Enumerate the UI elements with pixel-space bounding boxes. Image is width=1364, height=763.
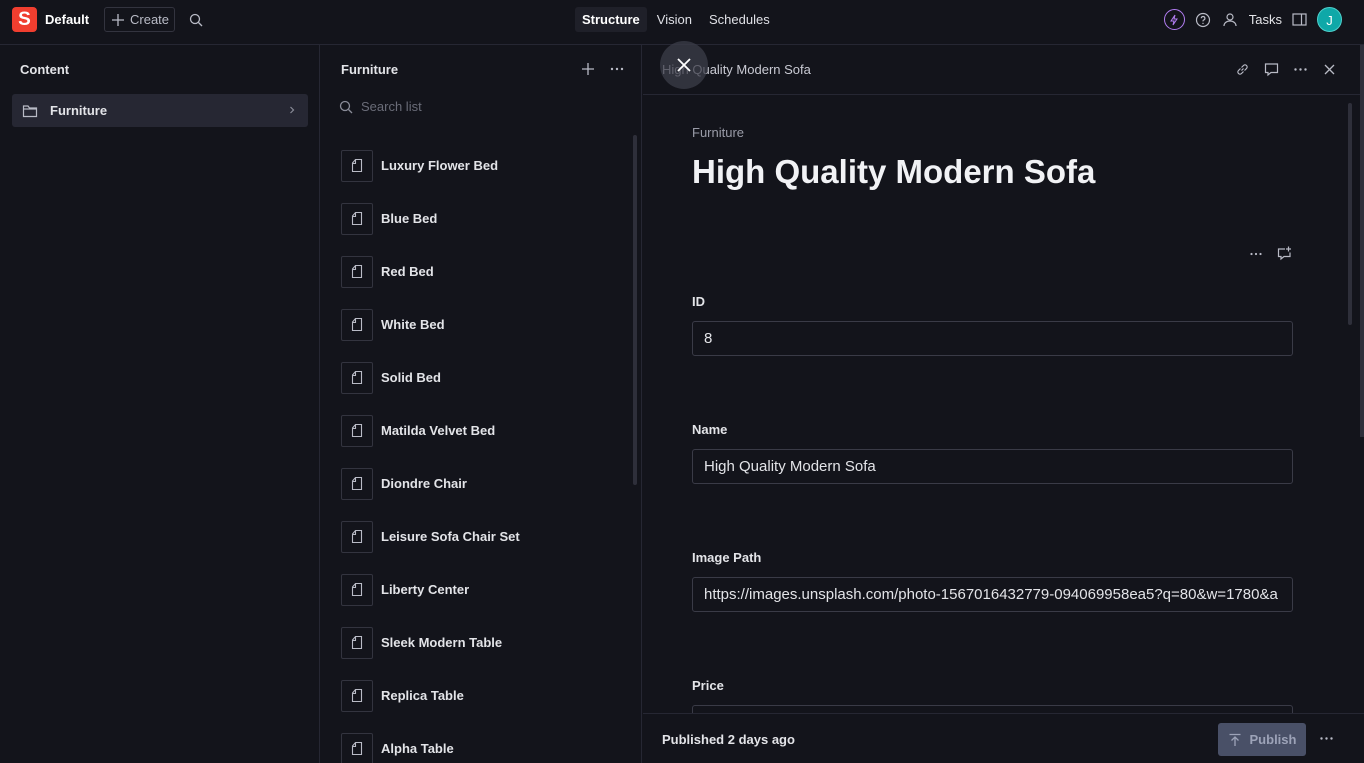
document-editor-pane: High Quality Modern Sofa Furniture High … <box>643 41 1364 763</box>
document-icon <box>341 149 373 182</box>
document-icon <box>341 361 373 394</box>
document-icon <box>341 255 373 288</box>
list-item-label: Sleek Modern Table <box>381 635 503 650</box>
link-icon[interactable] <box>1235 62 1250 77</box>
image-path-field-label: Image Path <box>692 550 762 565</box>
content-pane-title: Content <box>20 62 70 77</box>
tool-tabs: Structure Vision Schedules <box>575 7 777 32</box>
id-field-label: ID <box>692 294 705 309</box>
page-scrollbar[interactable] <box>1360 45 1364 437</box>
top-right-actions: Tasks J <box>1163 7 1342 32</box>
list-item[interactable]: Solid Bed <box>341 351 631 404</box>
comment-icon[interactable] <box>1264 62 1279 77</box>
sidebar-item-label: Furniture <box>50 103 108 118</box>
field-actions <box>1249 246 1292 261</box>
document-header: High Quality Modern Sofa <box>643 41 1364 95</box>
list-item-label: Blue Bed <box>381 211 438 226</box>
document-icon <box>341 308 373 341</box>
publish-label: Publish <box>1249 732 1297 747</box>
list-item[interactable]: Red Bed <box>341 245 631 298</box>
document-icon <box>341 414 373 447</box>
publish-status: Published 2 days ago <box>662 732 795 747</box>
name-field-label: Name <box>692 422 728 437</box>
list-item[interactable]: Sleek Modern Table <box>341 616 631 669</box>
workspace-name[interactable]: Default <box>45 12 89 27</box>
document-icon <box>341 626 373 659</box>
document-title: High Quality Modern Sofa <box>692 153 1096 190</box>
id-field[interactable]: 8 <box>692 321 1293 356</box>
document-icon <box>341 202 373 235</box>
document-list: Luxury Flower Bed Blue Bed Red Bed White… <box>341 139 631 763</box>
tab-structure[interactable]: Structure <box>575 7 647 32</box>
document-icon <box>341 679 373 712</box>
list-item-label: Solid Bed <box>381 370 441 385</box>
list-scrollbar[interactable] <box>633 135 637 485</box>
close-pane-button[interactable] <box>660 41 708 89</box>
more-options-icon[interactable] <box>609 62 625 76</box>
search-icon <box>339 100 353 114</box>
users-icon[interactable] <box>1221 12 1239 28</box>
panel-toggle-icon[interactable] <box>1292 13 1307 26</box>
plus-icon <box>111 13 125 27</box>
close-icon <box>677 58 691 72</box>
chevron-right-icon <box>288 105 296 115</box>
price-field-label: Price <box>692 678 724 693</box>
document-scrollbar[interactable] <box>1348 103 1352 325</box>
create-button[interactable]: Create <box>104 7 175 32</box>
more-options-icon[interactable] <box>1293 62 1308 77</box>
list-actions <box>581 62 625 76</box>
list-item-label: Replica Table <box>381 688 464 703</box>
user-avatar[interactable]: J <box>1317 7 1342 32</box>
list-item-label: Luxury Flower Bed <box>381 158 499 173</box>
more-options-icon[interactable] <box>1319 731 1334 746</box>
close-icon[interactable] <box>1322 62 1337 77</box>
add-comment-icon[interactable] <box>1277 246 1292 261</box>
list-item[interactable]: Leisure Sofa Chair Set <box>341 510 631 563</box>
document-icon <box>341 573 373 606</box>
list-item-label: Leisure Sofa Chair Set <box>381 529 520 544</box>
bolt-icon[interactable] <box>1163 9 1185 30</box>
document-icon <box>341 520 373 553</box>
search-placeholder: Search list <box>361 99 422 114</box>
document-header-actions <box>1235 62 1337 77</box>
document-icon <box>341 732 373 763</box>
add-document-icon[interactable] <box>581 62 595 76</box>
list-item[interactable]: Alpha Table <box>341 722 631 763</box>
tab-vision[interactable]: Vision <box>650 7 699 32</box>
list-item[interactable]: Replica Table <box>341 669 631 722</box>
list-item[interactable]: Luxury Flower Bed <box>341 139 631 192</box>
image-path-field[interactable]: https://images.unsplash.com/photo-156701… <box>692 577 1293 612</box>
document-footer: Published 2 days ago Publish <box>643 713 1364 763</box>
document-list-pane: Furniture Search list Luxury Flower Bed … <box>321 45 642 763</box>
list-item[interactable]: White Bed <box>341 298 631 351</box>
tab-schedules[interactable]: Schedules <box>702 7 777 32</box>
top-navigation-bar: S Default Create Structure Vision Schedu… <box>0 0 1364 45</box>
list-item-label: White Bed <box>381 317 445 332</box>
search-icon[interactable] <box>189 13 203 27</box>
publish-button[interactable]: Publish <box>1218 723 1306 756</box>
list-item-label: Liberty Center <box>381 582 470 597</box>
name-field[interactable]: High Quality Modern Sofa <box>692 449 1293 484</box>
list-item[interactable]: Diondre Chair <box>341 457 631 510</box>
more-options-icon[interactable] <box>1249 247 1263 261</box>
studio-logo[interactable]: S <box>12 7 37 32</box>
list-item-label: Diondre Chair <box>381 476 467 491</box>
folder-icon <box>22 104 38 118</box>
content-pane: Content Furniture <box>0 45 320 763</box>
document-icon <box>341 467 373 500</box>
list-pane-title: Furniture <box>341 62 399 77</box>
publish-icon <box>1228 733 1242 747</box>
list-item[interactable]: Blue Bed <box>341 192 631 245</box>
tasks-button[interactable]: Tasks <box>1249 12 1282 27</box>
create-label: Create <box>130 12 170 27</box>
list-item-label: Alpha Table <box>381 741 454 756</box>
list-search-input[interactable]: Search list <box>339 99 422 114</box>
sidebar-item-furniture[interactable]: Furniture <box>12 94 308 127</box>
list-item-label: Red Bed <box>381 264 434 279</box>
list-item[interactable]: Matilda Velvet Bed <box>341 404 631 457</box>
list-item-label: Matilda Velvet Bed <box>381 423 496 438</box>
help-icon[interactable] <box>1195 12 1211 28</box>
document-type-label: Furniture <box>692 125 745 140</box>
list-item[interactable]: Liberty Center <box>341 563 631 616</box>
